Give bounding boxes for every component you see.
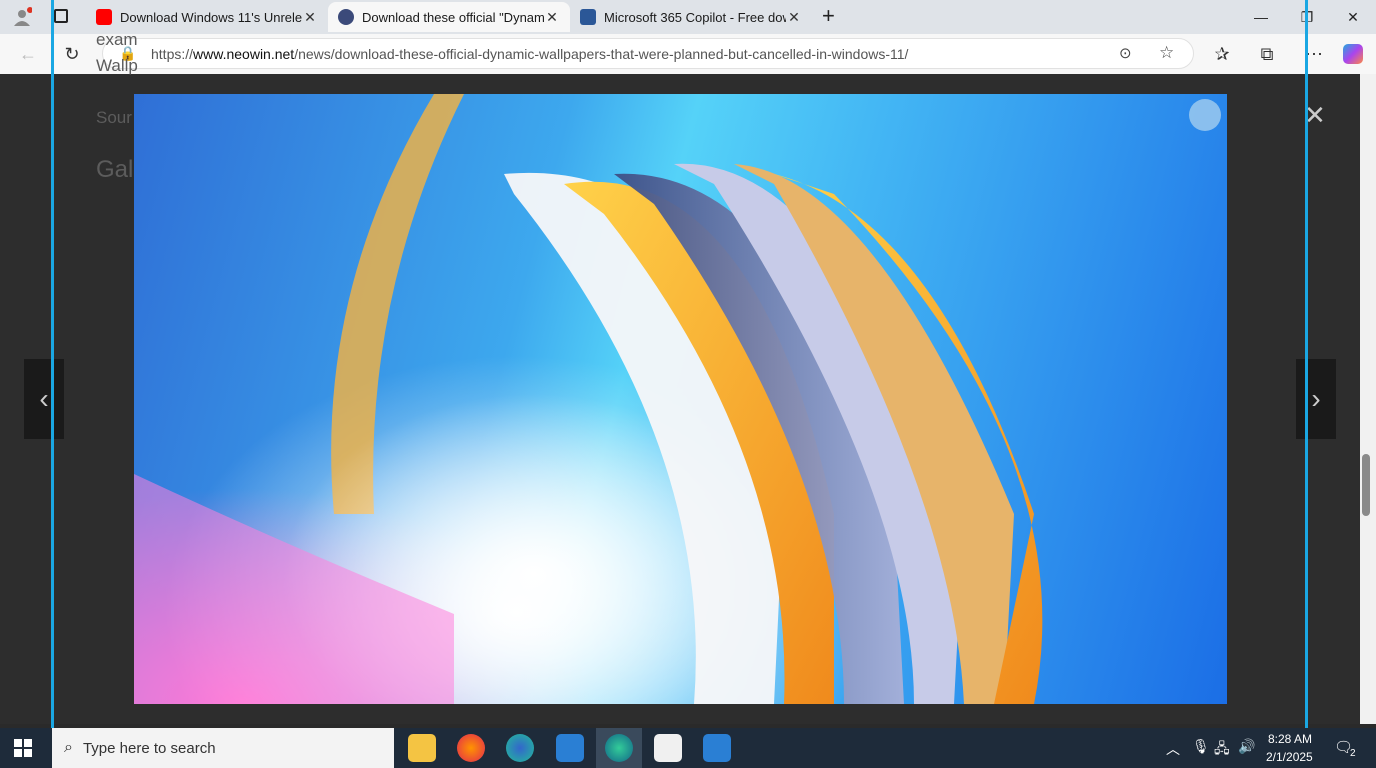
address-bar[interactable]: 🔒 https://www.neowin.net/news/download-t… (102, 38, 1194, 69)
taskbar: ⌕ Type here to search ︿ 🎙 🖧 🔊 8:28 AM 2/… (0, 728, 1376, 768)
page-scrollbar[interactable] (1360, 74, 1376, 724)
microsoft-store-icon[interactable] (654, 734, 682, 762)
close-tab-icon[interactable]: ✕ (544, 9, 560, 26)
minimize-button[interactable]: — (1238, 0, 1284, 34)
tab-title: Download these official "Dynamic (362, 9, 544, 25)
edge-icon[interactable] (506, 734, 534, 762)
tab-title: Download Windows 11's Unreleased (120, 9, 302, 25)
windows-start-icon[interactable] (14, 739, 32, 757)
close-window-button[interactable]: ✕ (1330, 0, 1376, 34)
copilot-icon (580, 9, 596, 25)
copilot-button-icon[interactable] (1343, 44, 1363, 64)
tab-bar: Download Windows 11's Unreleased ✕ Downl… (0, 0, 1376, 34)
refresh-icon[interactable]: ↻ (60, 44, 84, 65)
edge-canary-icon[interactable] (605, 734, 633, 762)
microphone-icon[interactable]: 🎙 (1192, 738, 1210, 755)
favorites-icon[interactable]: ✰ (1210, 44, 1234, 65)
text-fragment: Sour (96, 108, 132, 127)
remote-desktop-icon[interactable] (556, 734, 584, 762)
text-fragment: Gal (96, 156, 134, 183)
wallpaper-image (134, 94, 1227, 704)
tab-title: Microsoft 365 Copilot - Free down (604, 9, 786, 25)
close-tab-icon[interactable]: ✕ (302, 9, 318, 26)
volume-icon[interactable]: 🔊 (1238, 738, 1255, 755)
taskbar-search-box[interactable]: ⌕ Type here to search (52, 728, 394, 768)
neowin-icon (338, 9, 354, 25)
collections-icon[interactable]: ⧉ (1255, 44, 1279, 65)
scrollbar-thumb[interactable] (1362, 454, 1370, 516)
url-text: https://www.neowin.net/news/download-the… (151, 46, 909, 62)
tab-copilot[interactable]: Microsoft 365 Copilot - Free down ✕ (570, 2, 812, 32)
gallery-next-button[interactable]: › (1296, 359, 1336, 439)
favorite-star-icon[interactable]: ☆ (1159, 43, 1174, 63)
article-text-behind-overlay: exam Wallp Sour Gal (96, 20, 138, 190)
guide-line-left (51, 0, 54, 768)
reader-icon[interactable]: ⊙ (1119, 44, 1132, 62)
downloads-icon[interactable] (703, 734, 731, 762)
navigation-bar: 🔒 https://www.neowin.net/news/download-t… (0, 34, 1376, 74)
tab-actions-icon[interactable] (54, 9, 68, 23)
wallpaper-art (134, 94, 1221, 704)
back-arrow-icon[interactable]: ← (16, 44, 40, 65)
clock-date[interactable]: 2/1/2025 (1266, 750, 1313, 764)
notification-count: 2 (1350, 748, 1356, 759)
gallery-prev-button[interactable]: ‹ (24, 359, 64, 439)
clock-time[interactable]: 8:28 AM (1268, 732, 1312, 746)
firefox-icon[interactable] (457, 734, 485, 762)
close-tab-icon[interactable]: ✕ (786, 9, 802, 26)
network-icon[interactable]: 🖧 (1214, 738, 1230, 762)
tab-neowin[interactable]: Download these official "Dynamic ✕ (328, 2, 570, 32)
search-placeholder: Type here to search (82, 739, 216, 757)
new-tab-button[interactable]: + (822, 3, 835, 29)
file-explorer-icon[interactable] (408, 734, 436, 762)
text-fragment: Wallp (96, 56, 138, 75)
search-icon: ⌕ (64, 739, 73, 756)
show-hidden-icons[interactable]: ︿ (1166, 739, 1180, 759)
profile-icon[interactable] (12, 7, 33, 27)
guide-line-right (1305, 0, 1308, 768)
